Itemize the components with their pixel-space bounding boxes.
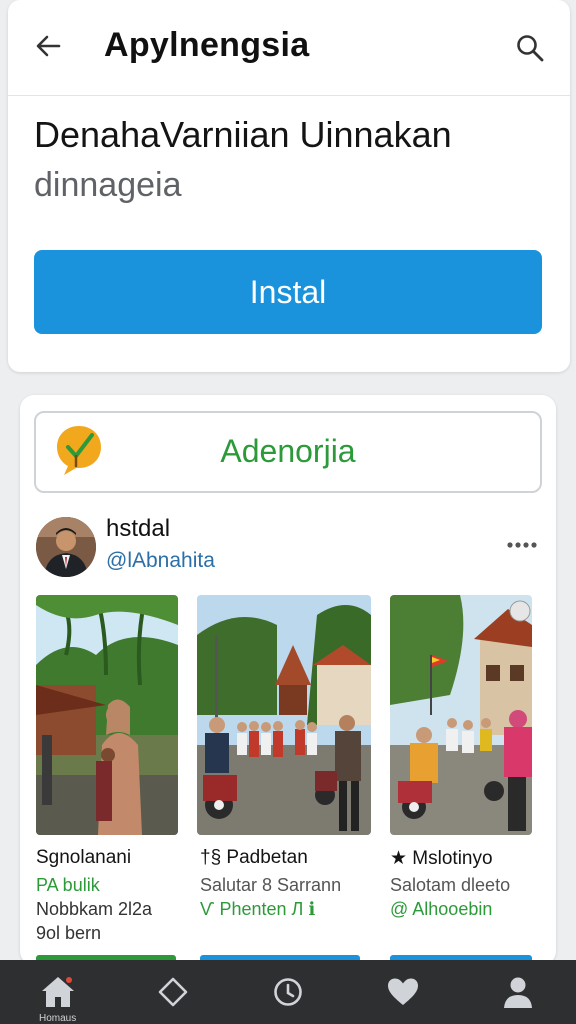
- more-dots-icon: [507, 542, 537, 548]
- media-tile-3[interactable]: [390, 595, 532, 835]
- nav-favorites[interactable]: [346, 960, 461, 1024]
- tile-1-meta-2: 9ol bern: [36, 923, 102, 943]
- feed-card: Adenorjia hstdal @lAbnahita Sgnolanani P…: [20, 395, 556, 965]
- more-options-button[interactable]: [504, 535, 540, 555]
- home-icon: [41, 977, 74, 1007]
- nav-history[interactable]: [230, 960, 345, 1024]
- avatar[interactable]: [36, 517, 96, 577]
- post-username[interactable]: hstdal: [106, 515, 170, 543]
- post-handle[interactable]: @lAbnahita: [106, 549, 215, 573]
- nav-home-label: Homaus: [38, 1013, 77, 1024]
- tag-icon: [158, 977, 188, 1007]
- install-button[interactable]: Instal: [34, 250, 542, 334]
- tile-photo-palms: [36, 595, 178, 835]
- app-subtitle: dinnageia: [34, 166, 182, 204]
- tile-2-subtitle: Salutar 8 Sarrann: [200, 875, 342, 895]
- tile-photo-village: [390, 595, 532, 835]
- tile-1-meta: Nobbkam 2l2a: [36, 899, 153, 919]
- media-tile-1[interactable]: [36, 595, 178, 835]
- nav-tags[interactable]: [115, 960, 230, 1024]
- tile-photo-street: [197, 595, 371, 835]
- back-arrow-icon: [36, 35, 61, 57]
- app-headline: DenahaVarniian Uinnakan: [34, 114, 452, 155]
- tile-3-title: ★ Mslotinyo: [390, 848, 493, 869]
- media-tile-2[interactable]: [197, 595, 371, 835]
- app-header-card: Apylnengsia DenahaVarniian Uinnakan dinn…: [8, 0, 570, 372]
- heart-icon: [388, 978, 419, 1005]
- profile-icon: [504, 977, 533, 1008]
- tile-3-subtitle: Salotam dleeto: [390, 875, 511, 895]
- search-button[interactable]: [510, 28, 550, 68]
- nav-home[interactable]: Homaus: [0, 960, 115, 1024]
- app-bar: Apylnengsia: [8, 0, 570, 96]
- avatar-image: [36, 517, 96, 577]
- tile-1-title: Sgnolanani: [36, 847, 132, 868]
- tile-1-subtitle: PA bulik: [36, 875, 100, 895]
- bottom-nav: Homaus: [0, 960, 576, 1024]
- app-title: Apylnengsia: [104, 26, 310, 64]
- brand-banner[interactable]: Adenorjia: [34, 411, 542, 493]
- tile-3-meta: @ Alhooebin: [390, 899, 493, 919]
- clock-icon: [274, 978, 302, 1006]
- back-button[interactable]: [30, 28, 66, 64]
- brand-name: Adenorjia: [220, 433, 356, 469]
- search-icon: [517, 35, 544, 62]
- tile-2-meta: Ѵ Phenten Л ℹ: [200, 899, 321, 919]
- nav-profile[interactable]: [461, 960, 576, 1024]
- tile-2-title: †§ Padbetan: [200, 847, 308, 868]
